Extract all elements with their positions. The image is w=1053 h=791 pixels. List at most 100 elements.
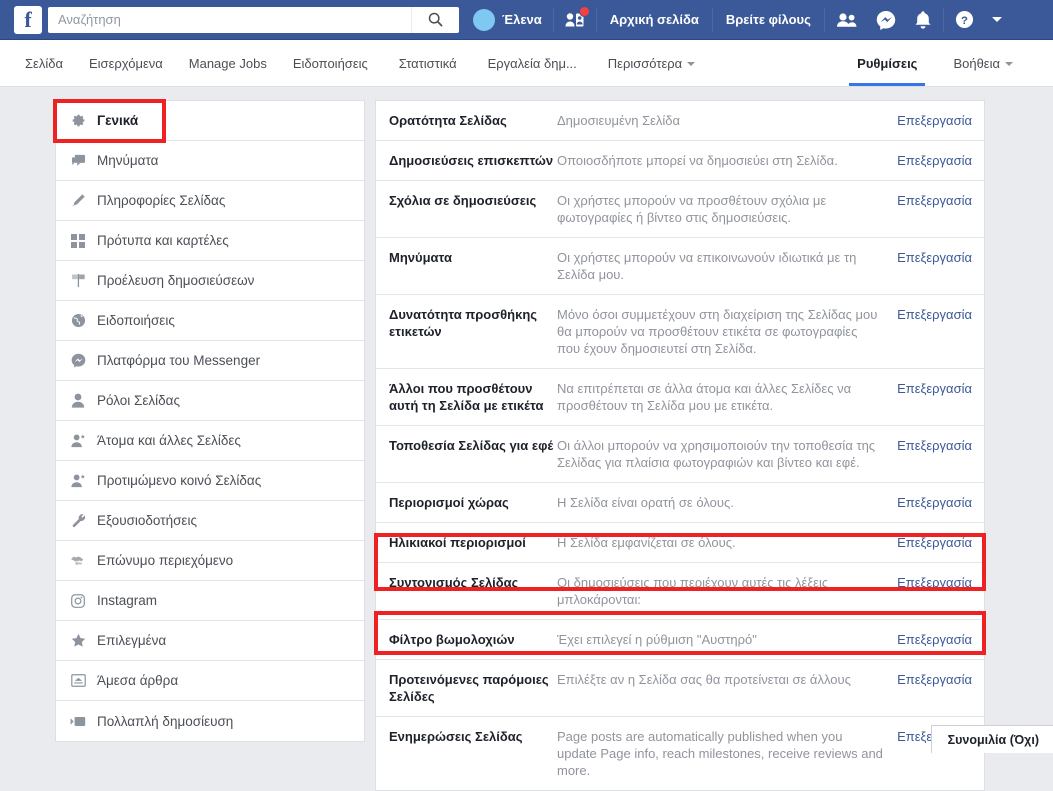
- friends-button[interactable]: [827, 0, 867, 40]
- tab-label: Στατιστικά: [399, 56, 457, 71]
- setting-description: Μόνο όσοι συμμετέχουν στη διαχείριση της…: [557, 306, 897, 357]
- setting-description: Οι άλλοι μπορούν να χρησιμοποιούν την το…: [557, 437, 897, 471]
- setting-description: Οι δημοσιεύσεις που περιέχουν αυτές τις …: [557, 574, 897, 608]
- setting-row-similar-page-suggestions[interactable]: Προτεινόμενες παρόμοιες Σελίδες Επιλέξτε…: [376, 660, 984, 717]
- tab-more[interactable]: Περισσότερα: [590, 40, 713, 86]
- setting-row-post-comments[interactable]: Σχόλια σε δημοσιεύσεις Οι χρήστες μπορού…: [376, 181, 984, 238]
- sidebar-item-label: Άμεσα άρθρα: [97, 673, 178, 688]
- sidebar-item-people-other-pages[interactable]: Άτομα και άλλες Σελίδες: [56, 421, 364, 461]
- edit-link[interactable]: Επεξεργασία: [897, 192, 972, 209]
- svg-text:?: ?: [961, 15, 968, 27]
- edit-link[interactable]: Επεξεργασία: [897, 249, 972, 266]
- tab-inbox[interactable]: Εισερχόμενα: [76, 40, 176, 86]
- sidebar-item-page-info[interactable]: Πληροφορίες Σελίδας: [56, 181, 364, 221]
- setting-row-messages[interactable]: Μηνύματα Οι χρήστες μπορούν να επικοινων…: [376, 238, 984, 295]
- instagram-icon: [70, 594, 86, 608]
- messenger-button[interactable]: [867, 0, 905, 40]
- message-icon: [70, 154, 86, 168]
- setting-title: Ηλικιακοί περιορισμοί: [389, 534, 557, 551]
- pencil-icon: [70, 193, 86, 208]
- setting-row-visitor-posts[interactable]: Δημοσιεύσεις επισκεπτών Οποιοσδήποτε μπο…: [376, 141, 984, 181]
- facebook-logo-icon[interactable]: f: [14, 6, 42, 34]
- sidebar-item-messaging[interactable]: Μηνύματα: [56, 141, 364, 181]
- divider: [824, 8, 825, 32]
- sidebar-item-featured[interactable]: Επιλεγμένα: [56, 621, 364, 661]
- edit-link[interactable]: Επεξεργασία: [897, 671, 972, 688]
- page-navigation-tabs: Σελίδα Εισερχόμενα Manage Jobs Ειδοποιήσ…: [0, 40, 1053, 87]
- sidebar-item-label: Πρότυπα και καρτέλες: [97, 233, 229, 248]
- setting-row-tagging-ability[interactable]: Δυνατότητα προσθήκης ετικετών Μόνο όσοι …: [376, 295, 984, 369]
- setting-description: Οι χρήστες μπορούν να προσθέτουν σχόλια …: [557, 192, 897, 226]
- edit-link[interactable]: Επεξεργασία: [897, 437, 972, 454]
- setting-row-page-moderation[interactable]: Συντονισμός Σελίδας Οι δημοσιεύσεις που …: [376, 563, 984, 620]
- gear-icon: [70, 113, 86, 128]
- tab-page[interactable]: Σελίδα: [12, 40, 76, 86]
- chat-bar[interactable]: Συνομιλία (Όχι): [931, 725, 1053, 753]
- edit-link[interactable]: Επεξεργασία: [897, 574, 972, 591]
- edit-link[interactable]: Επεξεργασία: [897, 112, 972, 129]
- sidebar-item-instagram[interactable]: Instagram: [56, 581, 364, 621]
- edit-link[interactable]: Επεξεργασία: [897, 494, 972, 511]
- edit-link[interactable]: Επεξεργασία: [897, 631, 972, 648]
- search-button[interactable]: [411, 7, 459, 33]
- tab-label: Σελίδα: [25, 56, 63, 71]
- edit-link[interactable]: Επεξεργασία: [897, 534, 972, 551]
- setting-row-profanity-filter[interactable]: Φίλτρο βωμολοχιών Έχει επιλεγεί η ρύθμισ…: [376, 620, 984, 660]
- sidebar-item-authorizations[interactable]: Εξουσιοδοτήσεις: [56, 501, 364, 541]
- chat-bar-label: Συνομιλία (Όχι): [948, 733, 1039, 747]
- setting-description: Επιλέξτε αν η Σελίδα σας θα προτείνεται …: [557, 671, 897, 688]
- sidebar-item-notifications[interactable]: Ειδοποιήσεις: [56, 301, 364, 341]
- home-link[interactable]: Αρχική σελίδα: [599, 0, 710, 40]
- setting-title: Άλλοι που προσθέτουν αυτή τη Σελίδα με ε…: [389, 380, 557, 414]
- setting-title: Ενημερώσεις Σελίδας: [389, 728, 557, 745]
- sidebar-item-page-roles[interactable]: Ρόλοι Σελίδας: [56, 381, 364, 421]
- setting-row-page-visibility[interactable]: Ορατότητα Σελίδας Δημοσιευμένη Σελίδα Επ…: [376, 101, 984, 141]
- sidebar-item-preferred-audience[interactable]: Προτιμώμενο κοινό Σελίδας: [56, 461, 364, 501]
- sidebar-item-label: Instagram: [97, 593, 157, 608]
- tab-settings[interactable]: Ρυθμίσεις: [839, 40, 935, 86]
- sidebar-item-branded-content[interactable]: Επώνυμο περιεχόμενο: [56, 541, 364, 581]
- divider: [596, 8, 597, 32]
- tab-label: Περισσότερα: [608, 56, 682, 71]
- tab-insights[interactable]: Στατιστικά: [381, 40, 475, 86]
- sidebar-item-post-attribution[interactable]: Προέλευση δημοσιεύσεων: [56, 261, 364, 301]
- tab-manage-jobs[interactable]: Manage Jobs: [176, 40, 280, 86]
- sidebar-item-label: Προτιμώμενο κοινό Σελίδας: [97, 473, 261, 488]
- messenger-icon: [876, 10, 896, 30]
- setting-row-others-tagging-page[interactable]: Άλλοι που προσθέτουν αυτή τη Σελίδα με ε…: [376, 369, 984, 426]
- setting-description: Οι χρήστες μπορούν να επικοινωνούν ιδιωτ…: [557, 249, 897, 283]
- bell-icon: [914, 10, 932, 30]
- sidebar-item-templates-tabs[interactable]: Πρότυπα και καρτέλες: [56, 221, 364, 261]
- profile-link[interactable]: Έλενα: [473, 9, 551, 31]
- help-button[interactable]: ?: [946, 0, 983, 40]
- edit-link[interactable]: Επεξεργασία: [897, 152, 972, 169]
- sidebar-item-instant-articles[interactable]: Άμεσα άρθρα: [56, 661, 364, 701]
- setting-title: Σχόλια σε δημοσιεύσεις: [389, 192, 557, 209]
- profile-name: Έλενα: [502, 12, 542, 27]
- tab-publishing-tools[interactable]: Εργαλεία δημ...: [475, 40, 590, 86]
- search-input[interactable]: [58, 8, 418, 32]
- sidebar-item-general[interactable]: Γενικά: [56, 101, 364, 141]
- sidebar-item-crossposting[interactable]: Πολλαπλή δημοσίευση: [56, 701, 364, 741]
- account-menu-button[interactable]: [983, 0, 1011, 40]
- edit-link[interactable]: Επεξεργασία: [897, 306, 972, 323]
- tab-label: Ειδοποιήσεις: [293, 56, 368, 71]
- find-friends-link[interactable]: Βρείτε φίλους: [715, 0, 822, 40]
- setting-row-page-updates[interactable]: Ενημερώσεις Σελίδας Page posts are autom…: [376, 717, 984, 790]
- setting-row-page-location-effects[interactable]: Τοποθεσία Σελίδας για εφέ Οι άλλοι μπορο…: [376, 426, 984, 483]
- notifications-button[interactable]: [905, 0, 941, 40]
- notification-badge: [579, 6, 590, 17]
- setting-title: Περιορισμοί χώρας: [389, 494, 557, 511]
- friend-requests-button[interactable]: [556, 0, 594, 40]
- tab-label: Manage Jobs: [189, 56, 267, 71]
- sidebar-item-messenger-platform[interactable]: Πλατφόρμα του Messenger: [56, 341, 364, 381]
- tab-label: Βοήθεια: [953, 56, 1000, 71]
- top-navigation-bar: f Έλενα Αρχική σελίδα: [0, 0, 1053, 40]
- setting-title: Δημοσιεύσεις επισκεπτών: [389, 152, 557, 169]
- setting-row-country-restrictions[interactable]: Περιορισμοί χώρας Η Σελίδα είναι ορατή σ…: [376, 483, 984, 523]
- setting-row-age-restrictions[interactable]: Ηλικιακοί περιορισμοί Η Σελίδα εμφανίζετ…: [376, 523, 984, 563]
- edit-link[interactable]: Επεξεργασία: [897, 380, 972, 397]
- tab-notifications[interactable]: Ειδοποιήσεις: [280, 40, 381, 86]
- person-star-icon: [70, 433, 86, 448]
- tab-help[interactable]: Βοήθεια: [935, 40, 1031, 86]
